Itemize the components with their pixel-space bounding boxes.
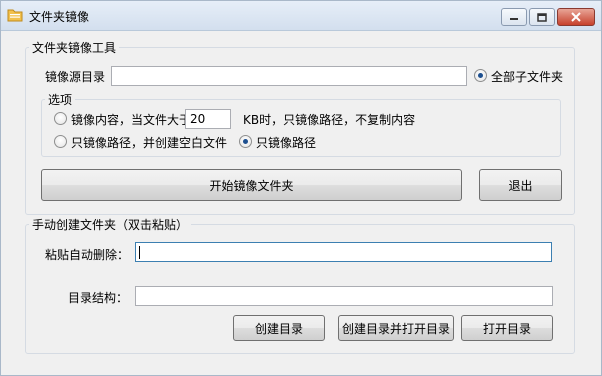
close-icon xyxy=(571,12,581,22)
paste-label: 粘贴自动删除： xyxy=(45,248,130,262)
exit-button[interactable]: 退出 xyxy=(479,169,562,201)
all-subfolders-label[interactable]: 全部子文件夹 xyxy=(491,68,563,85)
source-input[interactable] xyxy=(111,66,467,86)
open-dir-button[interactable]: 打开目录 xyxy=(461,315,553,341)
create-dir-button[interactable]: 创建目录 xyxy=(233,315,325,341)
maximize-icon xyxy=(537,12,547,22)
empty-files-label[interactable]: 只镜像路径，并创建空白文件 xyxy=(71,134,227,151)
create-open-dir-button[interactable]: 创建目录并打开目录 xyxy=(338,315,454,341)
options-group-title: 选项 xyxy=(45,91,76,108)
all-subfolders-radio[interactable] xyxy=(474,69,487,82)
mirror-group-title: 文件夹镜像工具 xyxy=(29,39,120,56)
size-suffix-label: KB时，只镜像路径，不复制内容 xyxy=(243,113,416,127)
paste-input[interactable] xyxy=(135,242,552,262)
maximize-button[interactable] xyxy=(529,8,555,26)
start-mirror-button[interactable]: 开始镜像文件夹 xyxy=(41,169,462,201)
text-caret xyxy=(139,246,140,259)
close-button[interactable] xyxy=(557,8,595,26)
structure-label: 目录结构： xyxy=(68,291,129,305)
source-label: 镜像源目录 xyxy=(45,70,106,84)
empty-files-radio[interactable] xyxy=(54,135,67,148)
mirror-content-label[interactable]: 镜像内容，当文件大于 xyxy=(71,111,191,128)
title-bar[interactable]: 文件夹镜像 xyxy=(1,1,601,31)
size-threshold-input[interactable] xyxy=(185,109,231,129)
mirror-content-radio[interactable] xyxy=(54,112,67,125)
folder-icon xyxy=(7,9,23,22)
path-only-radio[interactable] xyxy=(239,135,252,148)
minimize-button[interactable] xyxy=(501,8,527,26)
path-only-label[interactable]: 只镜像路径 xyxy=(256,134,316,151)
minimize-icon xyxy=(510,18,518,20)
manual-group-title: 手动创建文件夹（双击粘贴） xyxy=(29,216,192,233)
window-title: 文件夹镜像 xyxy=(29,10,90,24)
main-window: 文件夹镜像 文件夹镜像工具 镜像源目录 全部子文件夹 选项 镜像内容，当文件大于… xyxy=(0,0,602,376)
structure-input[interactable] xyxy=(135,286,553,306)
